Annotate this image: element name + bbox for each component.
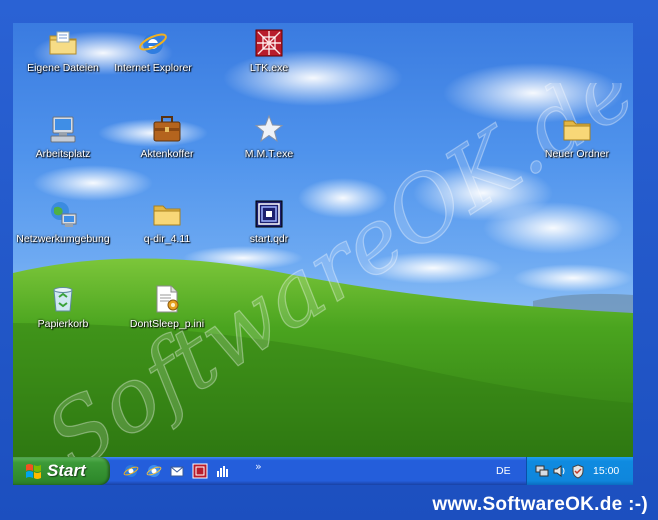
network-icon[interactable] — [534, 463, 550, 479]
start-button[interactable]: Start — [13, 457, 110, 485]
desktop-icon-label: Aktenkoffer — [140, 148, 194, 160]
desktop-icon-label: Netzwerkumgebung — [16, 233, 110, 245]
desktop-icon-arbeitsplatz[interactable]: Arbeitsplatz — [15, 113, 111, 160]
desktop-icon-label: Arbeitsplatz — [35, 148, 91, 160]
ql-bars-icon[interactable] — [215, 463, 231, 479]
desktop-icon-label: q-dir_4.11 — [143, 233, 191, 245]
folder-icon — [153, 205, 181, 226]
desktop-icon-netzwerkumgebung[interactable]: Netzwerkumgebung — [15, 198, 111, 245]
clock[interactable]: 15:00 — [593, 465, 619, 477]
desktop-icon-q-dir[interactable]: q-dir_4.11 — [119, 198, 215, 245]
volume-icon[interactable] — [552, 463, 568, 479]
folder-icon — [563, 120, 591, 141]
ltk-exe-icon — [255, 29, 283, 57]
desktop-icon-ltk-exe[interactable]: LTK.exe — [221, 27, 317, 74]
my-documents-folder-icon — [49, 31, 77, 55]
brand-footer: www.SoftwareOK.de :-) — [432, 494, 648, 515]
ql-outlook-icon[interactable] — [169, 463, 185, 479]
desktop-icon-label: Eigene Dateien — [27, 62, 99, 74]
desktop-icon-aktenkoffer[interactable]: Aktenkoffer — [119, 113, 215, 160]
desktop-icon-papierkorb[interactable]: Papierkorb — [15, 283, 111, 330]
desktop-icon-dontsleep-ini[interactable]: DontSleep_p.ini — [119, 283, 215, 330]
desktop-icon-label: Neuer Ordner — [544, 148, 610, 160]
windows-xp-screen: SoftwareOK.de Eigene Dateien Internet Ex… — [13, 23, 633, 485]
internet-explorer-icon — [139, 33, 167, 54]
ql-ie-icon-2[interactable] — [146, 463, 162, 479]
network-places-icon — [51, 202, 77, 227]
star-icon — [254, 114, 284, 143]
desktop-icon-label: LTK.exe — [249, 62, 289, 74]
my-computer-icon — [50, 116, 76, 143]
security-icon[interactable] — [570, 463, 586, 479]
desktop-icon-label: M.M.T.exe — [244, 148, 294, 160]
recycle-bin-icon — [53, 287, 73, 312]
desktop-icon-internet-explorer[interactable]: Internet Explorer — [105, 27, 201, 74]
desktop-icon-label: Internet Explorer — [114, 62, 192, 74]
desktop-icon-eigene-dateien[interactable]: Eigene Dateien — [15, 27, 111, 74]
desktop-icon-mmt-exe[interactable]: M.M.T.exe — [221, 113, 317, 160]
desktop-icon-label: start.qdr — [249, 233, 289, 245]
desktop-icon-start-qdr[interactable]: start.qdr — [221, 198, 317, 245]
taskbar: Start » DE 15:00 — [13, 457, 633, 485]
desktop-icon-neuer-ordner[interactable]: Neuer Ordner — [529, 113, 625, 160]
ini-file-icon — [156, 285, 179, 313]
quick-launch-chevron[interactable]: » — [255, 460, 262, 473]
desktop-icon-label: Papierkorb — [37, 318, 89, 330]
ql-ie-icon[interactable] — [123, 463, 139, 479]
system-tray: 15:00 — [526, 457, 633, 485]
qdir-file-icon — [255, 200, 283, 228]
desktop[interactable]: SoftwareOK.de Eigene Dateien Internet Ex… — [13, 23, 633, 457]
start-label: Start — [47, 461, 86, 480]
language-indicator[interactable]: DE — [496, 465, 511, 477]
windows-logo-icon — [26, 464, 41, 479]
ql-ltk-icon[interactable] — [192, 463, 208, 479]
desktop-icon-label: DontSleep_p.ini — [129, 318, 205, 330]
briefcase-icon — [153, 116, 181, 142]
